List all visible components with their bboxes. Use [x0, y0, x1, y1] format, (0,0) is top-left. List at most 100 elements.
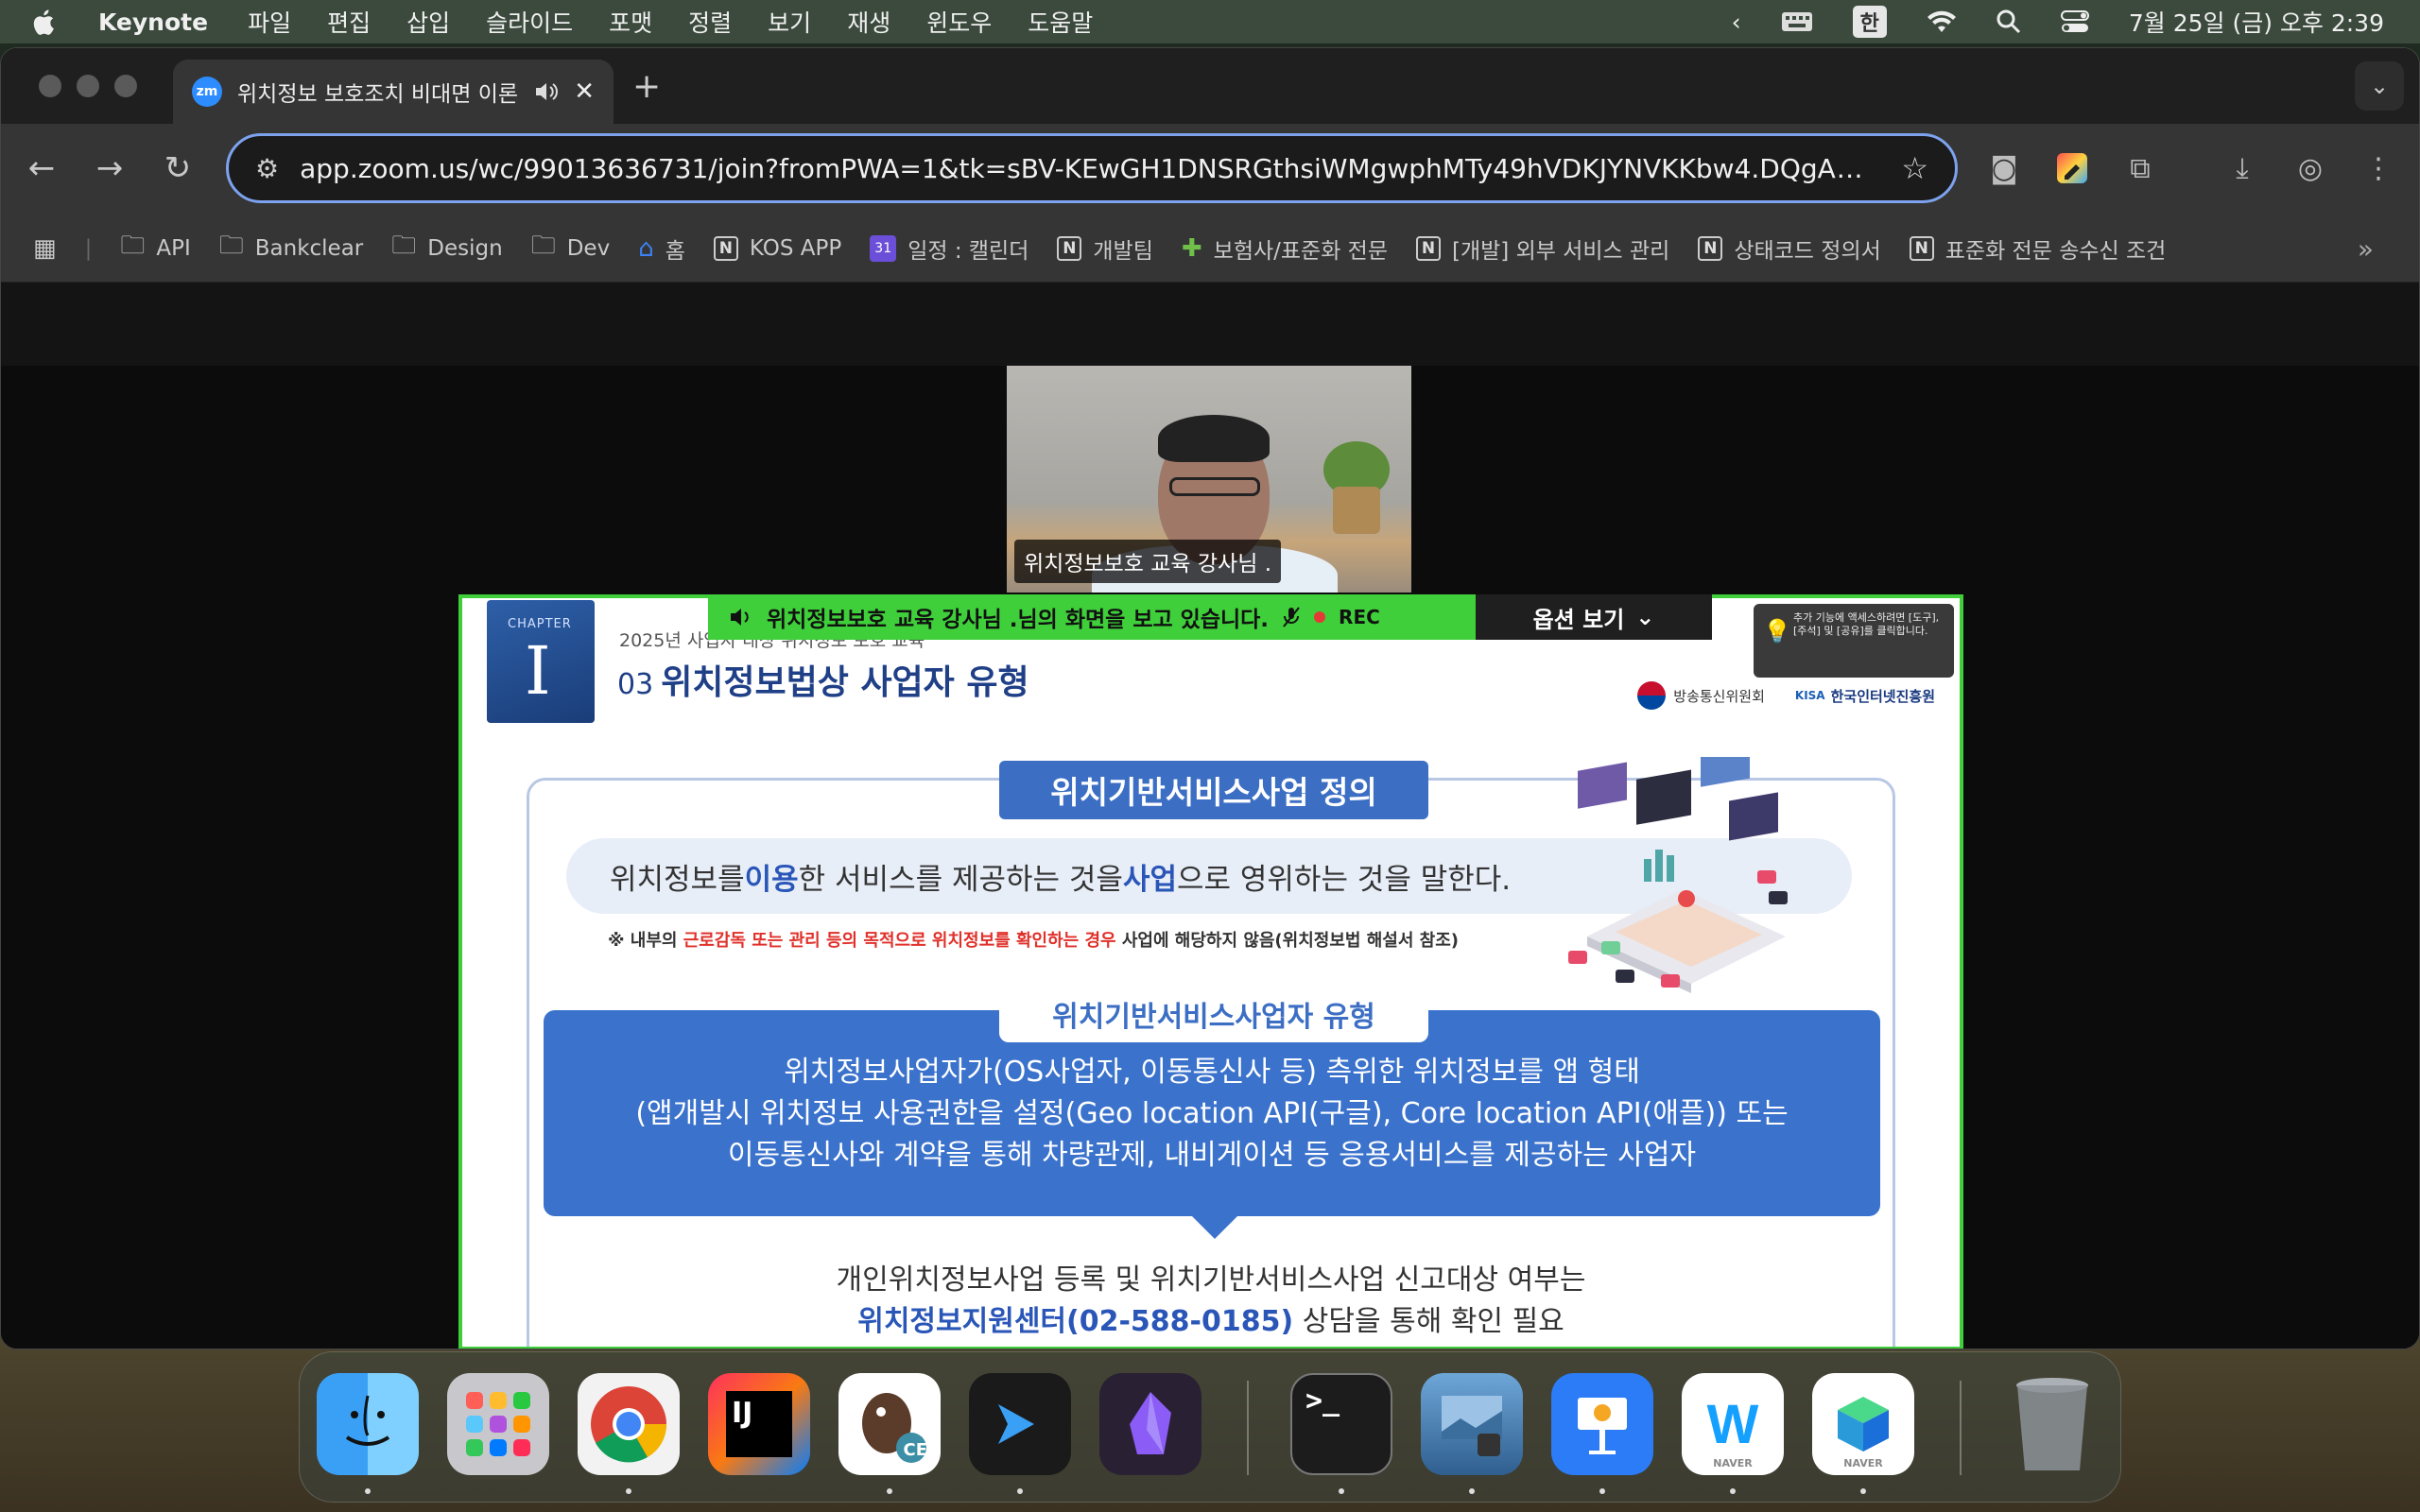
dock-keynote[interactable]: [1551, 1373, 1653, 1475]
control-center-icon[interactable]: [2060, 9, 2089, 34]
bookmark-kos-app[interactable]: N KOS APP: [713, 235, 841, 261]
menu-arrange[interactable]: 정렬: [688, 5, 732, 39]
dock-intellij[interactable]: IJ: [708, 1373, 810, 1475]
new-tab-button[interactable]: +: [632, 67, 661, 106]
bookmarks-overflow-icon[interactable]: »: [2358, 233, 2374, 265]
bookmark-home[interactable]: ⌂ 홈: [638, 232, 685, 265]
bookmark-insurance[interactable]: ✚ 보험사/표준화 전문: [1182, 232, 1388, 265]
dock-chrome[interactable]: [578, 1373, 680, 1475]
lightbulb-icon: 💡: [1763, 618, 1791, 644]
definition-note: ※ 내부의 근로감독 또는 관리 등의 목적으로 위치정보를 확인하는 경우 사…: [608, 931, 1460, 951]
trash-icon: [2016, 1378, 2088, 1470]
color-picker-extension-icon[interactable]: [2048, 145, 2096, 192]
running-indicator: [1339, 1488, 1344, 1494]
bookmark-calendar[interactable]: 31 일정 : 캘린더: [870, 232, 1028, 265]
participant-video[interactable]: 위치정보보호 교육 강사님 .: [1007, 366, 1411, 593]
window-close-button[interactable]: [39, 75, 61, 97]
back-button[interactable]: ←: [18, 145, 65, 192]
bookmark-dev-team[interactable]: N 개발팀: [1057, 232, 1153, 265]
downloads-icon[interactable]: ⤓: [2219, 145, 2266, 192]
mic-muted-icon: [1283, 607, 1300, 627]
menu-edit[interactable]: 편집: [327, 5, 371, 39]
address-bar[interactable]: ⚙ app.zoom.us/wc/99013636731/join?fromPW…: [226, 133, 1958, 203]
apps-grid-icon[interactable]: ▦: [33, 234, 57, 263]
screen-share-banner: 위치정보보호 교육 강사님 .님의 화면을 보고 있습니다. REC: [708, 594, 1476, 640]
dock-naver-works[interactable]: NAVER: [1812, 1373, 1914, 1475]
camera-icon[interactable]: ◙: [1980, 145, 2028, 192]
share-banner-text: 위치정보보호 교육 강사님 .님의 화면을 보고 있습니다.: [767, 608, 1270, 632]
input-source-indicator[interactable]: 한: [1852, 6, 1887, 38]
chevron-down-icon: ⌄: [2369, 73, 2390, 99]
bookmark-standard-messages[interactable]: N 표준화 전문 송수신 조건: [1909, 232, 2166, 265]
tab-audio-playing-icon[interactable]: [534, 80, 559, 103]
menu-file[interactable]: 파일: [248, 5, 291, 39]
recording-dot-icon: [1314, 611, 1326, 623]
dock-launchpad[interactable]: [447, 1373, 549, 1475]
dock-naver-whale[interactable]: W NAVER: [1682, 1373, 1784, 1475]
azure-data-studio-icon: [998, 1404, 1034, 1444]
profile-icon[interactable]: ◎: [2287, 145, 2334, 192]
zoom-tooltip: 💡 추가 기능에 액세스하려면 [도구], [주석] 및 [공유]를 클릭합니다…: [1754, 604, 1954, 678]
business-type-heading: 위치기반서비스사업자 유형: [999, 986, 1428, 1042]
running-indicator: [626, 1488, 631, 1494]
dbeaver-ce-badge: CE: [903, 1440, 927, 1460]
folder-icon: 🗀: [120, 231, 146, 260]
dock-azure-data-studio[interactable]: [969, 1373, 1071, 1475]
bookmark-folder-api[interactable]: 🗀 API: [120, 228, 190, 269]
bookmark-star-icon[interactable]: ☆: [1901, 150, 1928, 186]
apple-menu-icon[interactable]: [32, 8, 59, 36]
spotlight-search-icon[interactable]: [1996, 9, 2021, 34]
menubar-clock[interactable]: 7월 25일 (금) 오후 2:39: [2129, 5, 2384, 39]
tab-zoom-meeting[interactable]: zm 위치정보 보호조치 비대면 이론 ✕: [173, 60, 614, 124]
view-options-button[interactable]: 옵션 보기 ⌄: [1476, 594, 1712, 640]
dock-preview[interactable]: [1421, 1373, 1523, 1475]
url-text[interactable]: app.zoom.us/wc/99013636731/join?fromPWA=…: [300, 153, 1880, 184]
sponsor-logos: 방송통신위원회 KISA 한국인터넷진흥원: [1637, 681, 1935, 710]
bookmark-folder-design[interactable]: 🗀 Design: [391, 228, 502, 269]
tab-close-icon[interactable]: ✕: [574, 77, 595, 106]
notion-icon: N: [1416, 235, 1441, 261]
dock-dbeaver[interactable]: CE: [838, 1373, 941, 1475]
participant-name-label: 위치정보보호 교육 강사님 .: [1014, 540, 1282, 583]
menu-help[interactable]: 도움말: [1028, 5, 1093, 39]
tab-search-button[interactable]: ⌄: [2355, 61, 2404, 111]
wifi-icon[interactable]: [1927, 9, 1957, 34]
menu-insert[interactable]: 삽입: [406, 5, 450, 39]
consultation-text: 개인위치정보사업 등록 및 위치기반서비스사업 신고대상 여부는 위치정보지원센…: [836, 1263, 1586, 1338]
bookmark-folder-dev[interactable]: 🗀 Dev: [531, 228, 611, 269]
menu-slide[interactable]: 슬라이드: [486, 5, 573, 39]
window-minimize-button[interactable]: [77, 75, 99, 97]
dock-terminal[interactable]: >_: [1290, 1373, 1392, 1475]
active-app-name[interactable]: Keynote: [98, 9, 208, 36]
speaker-icon[interactable]: [729, 607, 753, 627]
whale-icon: W: [1706, 1393, 1759, 1455]
keynote-icon: [1578, 1398, 1627, 1454]
menu-format[interactable]: 포맷: [609, 5, 652, 39]
more-menu-icon[interactable]: ⋮: [2355, 145, 2402, 192]
running-indicator: [1469, 1488, 1475, 1494]
chrome-icon: [591, 1386, 667, 1463]
shared-screen: CHAPTER I 2025년 사업자 대상 위치정보 보호 교육 03 위치정…: [458, 594, 1963, 1349]
dock-finder[interactable]: [317, 1373, 419, 1475]
notion-icon: N: [1698, 235, 1723, 261]
bookmark-status-codes[interactable]: N 상태코드 정의서: [1698, 232, 1881, 265]
site-info-icon[interactable]: ⚙: [255, 153, 279, 184]
folder-icon: 🗀: [218, 231, 244, 260]
recording-label: REC: [1339, 606, 1380, 628]
intellij-icon: IJ: [726, 1391, 792, 1457]
menu-view[interactable]: 보기: [768, 5, 811, 39]
extensions-icon[interactable]: ⧉: [2117, 145, 2164, 192]
menu-window[interactable]: 윈도우: [926, 5, 992, 39]
window-zoom-button[interactable]: [114, 75, 137, 97]
bookmark-external-services[interactable]: N [개발] 외부 서비스 관리: [1416, 232, 1669, 265]
dock-obsidian[interactable]: [1099, 1373, 1201, 1475]
presentation-slide: CHAPTER I 2025년 사업자 대상 위치정보 보호 교육 03 위치정…: [462, 598, 1960, 1347]
reload-button[interactable]: ↻: [154, 145, 201, 192]
bookmark-folder-bankclear[interactable]: 🗀 Bankclear: [219, 228, 364, 269]
menu-play[interactable]: 재생: [847, 5, 890, 39]
calendar-icon: 31: [870, 234, 897, 262]
forward-button[interactable]: →: [86, 145, 133, 192]
chevron-left-icon[interactable]: ‹: [1732, 9, 1741, 36]
keyboard-icon[interactable]: [1781, 10, 1813, 33]
dock-trash[interactable]: [2001, 1373, 2103, 1475]
